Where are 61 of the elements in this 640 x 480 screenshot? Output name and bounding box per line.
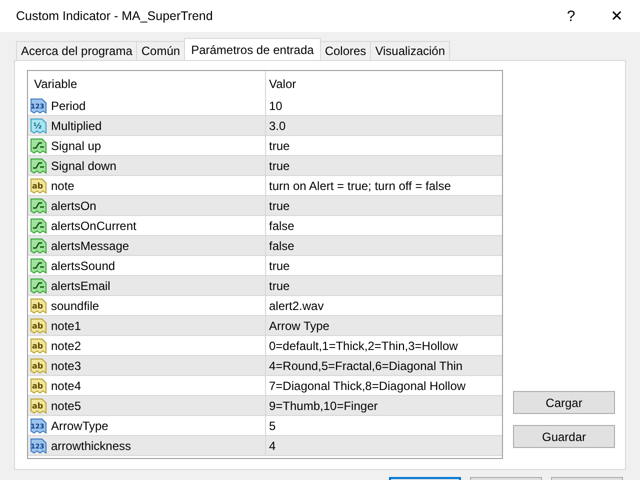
text-icon: ab [30, 398, 47, 414]
toggle-icon [30, 278, 47, 294]
variable-name: Multiplied [51, 118, 102, 132]
fraction-icon: ½ [30, 118, 47, 134]
variable-value[interactable]: 5 [269, 418, 276, 432]
variable-value[interactable]: 9=Thumb,10=Finger [269, 398, 378, 412]
text-icon: ab [30, 178, 47, 194]
column-header: Variable [34, 76, 78, 90]
variable-name: alertsEmail [51, 278, 110, 292]
toggle-icon [30, 258, 47, 274]
variable-value[interactable]: true [269, 278, 290, 292]
variable-value[interactable]: Arrow Type [269, 318, 330, 332]
variable-name: alertsOn [51, 198, 96, 212]
help-button[interactable]: ? [548, 0, 594, 32]
text-icon: ab [30, 298, 47, 314]
variable-name: alertsOnCurrent [51, 218, 136, 232]
variable-name: Signal up [51, 138, 102, 152]
toggle-icon [30, 138, 47, 154]
text-icon: ab [30, 318, 47, 334]
variable-name: arrowthickness [51, 438, 132, 452]
variable-name: note4 [51, 378, 82, 392]
tab[interactable]: Parámetros de entrada [184, 38, 321, 60]
window-title: Custom Indicator - MA_SuperTrend [16, 9, 214, 23]
variable-name: note2 [51, 338, 82, 352]
variable-value[interactable]: 3.0 [269, 118, 286, 132]
variable-value[interactable]: 7=Diagonal Thick,8=Diagonal Hollow [269, 378, 466, 392]
variable-name: note1 [51, 318, 82, 332]
variable-name: alertsMessage [51, 238, 130, 252]
variable-value[interactable]: false [269, 238, 294, 252]
variable-name: soundfile [51, 298, 100, 312]
column-header: Valor [269, 76, 296, 90]
variable-name: Period [51, 98, 86, 112]
variable-value[interactable]: 10 [269, 98, 282, 112]
text-icon: ab [30, 338, 47, 354]
variable-name: note3 [51, 358, 82, 372]
toggle-icon [30, 158, 47, 174]
save-button[interactable]: Guardar [513, 425, 615, 448]
variable-value[interactable]: true [269, 258, 290, 272]
close-button[interactable]: ✕ [594, 0, 640, 32]
text-icon: ab [30, 378, 47, 394]
text-icon: ab [30, 358, 47, 374]
variable-value[interactable]: turn on Alert = true; turn off = false [269, 178, 451, 192]
load-button[interactable]: Cargar [513, 391, 615, 414]
variable-value[interactable]: 4 [269, 438, 276, 452]
variable-value[interactable]: 0=default,1=Thick,2=Thin,3=Hollow [269, 338, 458, 352]
toggle-icon [30, 198, 47, 214]
tab[interactable]: Visualización [370, 41, 450, 60]
toggle-icon [30, 238, 47, 254]
variable-name: ArrowType [51, 418, 108, 432]
variable-name: note [51, 178, 74, 192]
variable-name: alertsSound [51, 258, 116, 272]
variable-value[interactable]: true [269, 158, 290, 172]
variable-value[interactable]: false [269, 218, 294, 232]
tab[interactable]: Acerca del programa [16, 41, 138, 60]
variable-value[interactable]: alert2.wav [269, 298, 324, 312]
variable-name: Signal down [51, 158, 116, 172]
variable-name: note5 [51, 398, 82, 412]
variable-value[interactable]: true [269, 198, 290, 212]
variable-value[interactable]: 4=Round,5=Fractal,6=Diagonal Thin [269, 358, 463, 372]
variable-value[interactable]: true [269, 138, 290, 152]
toggle-icon [30, 218, 47, 234]
